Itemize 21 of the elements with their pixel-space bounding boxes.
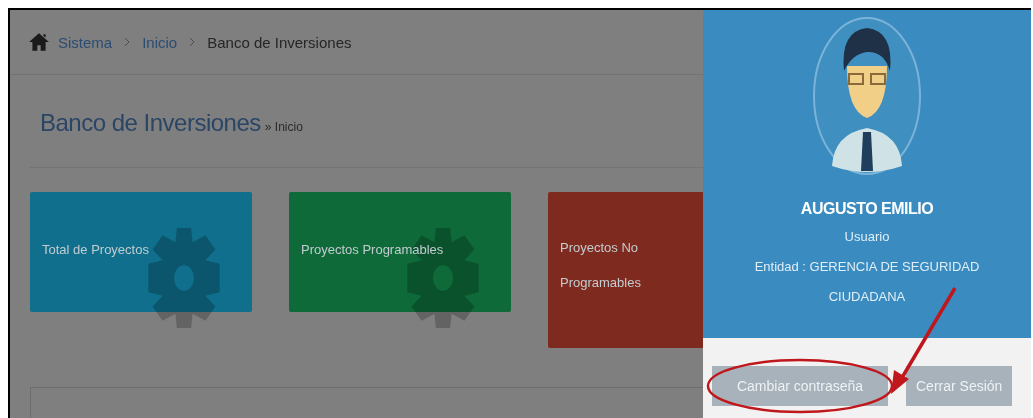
stat-card[interactable]: Proyectos Programables [289, 192, 511, 312]
stat-card[interactable]: Total de Proyectos [30, 192, 252, 312]
breadcrumb-link[interactable]: Inicio [142, 33, 178, 51]
panel-button[interactable]: Cerrar Sesión [906, 366, 1013, 406]
user-role: Usuario [844, 228, 890, 246]
chevron-icon [124, 37, 131, 47]
user-entity: Entidad : GERENCIA DE SEGURIDAD CIUDADANA [753, 258, 981, 306]
stat-card[interactable]: Proyectos No Programables [548, 192, 703, 348]
card-title: Proyectos Programables [301, 241, 444, 259]
gear-icon [148, 228, 220, 328]
user-name: AUGUSTO EMILIO [800, 200, 934, 218]
card-title: Proyectos No Programables [560, 239, 642, 292]
page-subtitle: » Inicio [264, 120, 303, 134]
breadcrumb-link[interactable]: Sistema [58, 33, 113, 51]
chevron-icon [189, 37, 196, 47]
page-title: Banco de Inversiones [40, 109, 261, 137]
card-title: Total de Proyectos [42, 241, 149, 259]
panel-button[interactable]: Cambiar contraseña [712, 366, 888, 406]
avatar-icon [812, 16, 922, 176]
home-icon[interactable] [28, 32, 50, 52]
breadcrumb-current: Banco de Inversiones [207, 33, 352, 51]
